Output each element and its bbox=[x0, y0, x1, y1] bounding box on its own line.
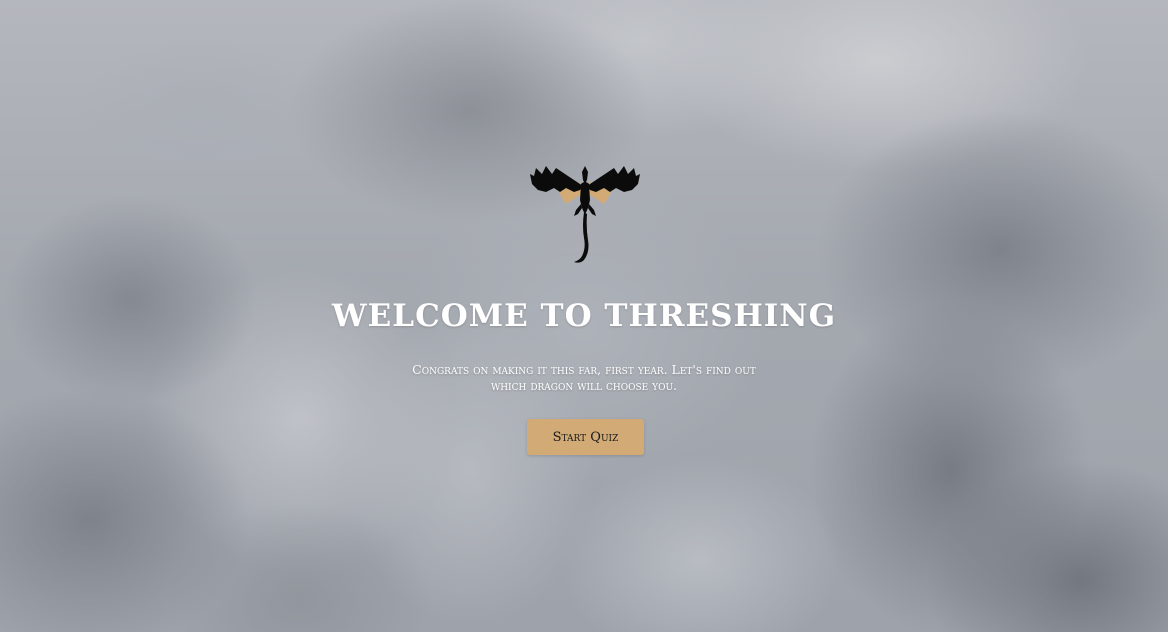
dragon-body bbox=[580, 182, 590, 214]
dragon-head bbox=[582, 166, 588, 184]
dragon-tail bbox=[574, 212, 589, 263]
page-subtitle: Congrats on making it this far, first ye… bbox=[412, 362, 756, 393]
dragon-wing-right bbox=[587, 166, 640, 192]
welcome-screen: WELCOME TO THRESHING Congrats on making … bbox=[0, 0, 1168, 632]
start-quiz-button[interactable]: Start Quiz bbox=[527, 419, 644, 455]
dragon-icon bbox=[530, 166, 640, 263]
dragon-leg-right bbox=[588, 204, 596, 216]
dragon-wing-left bbox=[530, 166, 583, 192]
dragon-leg-left bbox=[574, 204, 582, 216]
page-title: WELCOME TO THRESHING bbox=[331, 298, 837, 334]
